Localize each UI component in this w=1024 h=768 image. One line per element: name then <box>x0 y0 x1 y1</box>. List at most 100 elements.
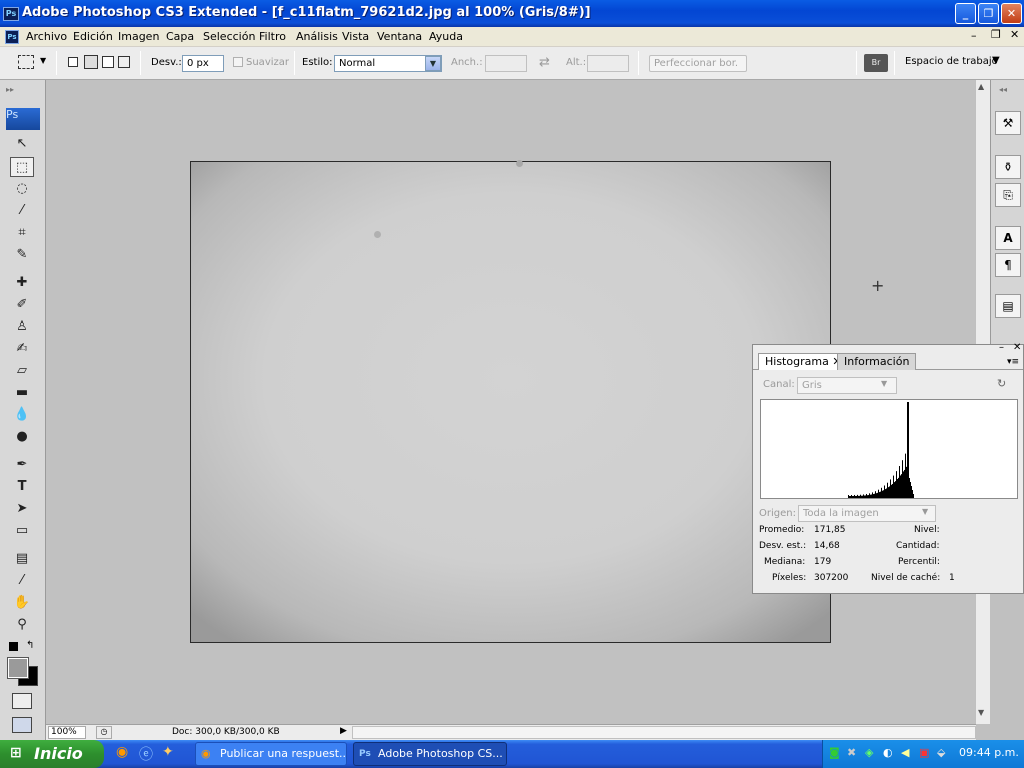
menu-capa[interactable]: Capa <box>166 30 194 43</box>
brush-tool-icon[interactable]: ✐ <box>10 295 34 315</box>
slice-tool-icon[interactable]: ✎ <box>10 245 34 265</box>
history-brush-tool-icon[interactable]: ✍ <box>10 339 34 359</box>
pen-tool-icon[interactable]: ✒ <box>10 455 34 475</box>
foreground-color-swatch[interactable] <box>7 657 29 679</box>
menu-filtro[interactable]: Filtro <box>259 30 286 43</box>
zoom-field[interactable]: 100% <box>48 726 86 739</box>
tray-icon-sync[interactable]: ◐ <box>883 746 893 759</box>
tray-icon-volume[interactable]: ◀ <box>901 746 909 759</box>
add-selection-icon[interactable] <box>84 55 98 69</box>
menu-ventana[interactable]: Ventana <box>377 30 422 43</box>
notes-tool-icon[interactable]: ▤ <box>10 549 34 569</box>
new-selection-icon[interactable] <box>68 57 78 67</box>
brushes-icon[interactable]: ⚱ <box>995 155 1021 179</box>
hand-tool-icon[interactable]: ✋ <box>10 593 34 613</box>
dock-expand-icon[interactable]: ◂◂ <box>999 85 1007 94</box>
menu-seleccion[interactable]: Selección <box>203 30 255 43</box>
source-select[interactable]: Toda la imagen <box>798 505 936 522</box>
workspace-menu[interactable]: Espacio de trabajo <box>905 56 998 67</box>
height-input[interactable] <box>587 55 629 72</box>
lasso-tool-icon[interactable]: ◌ <box>10 179 34 199</box>
gradient-tool-icon[interactable]: ▬ <box>10 383 34 403</box>
preset-dropdown-arrow-icon[interactable]: ▼ <box>40 56 46 65</box>
refine-edge-button[interactable]: Perfeccionar bor. <box>649 55 747 72</box>
crop-tool-icon[interactable]: ⌗ <box>10 223 34 243</box>
quicklaunch-icon[interactable]: ✦ <box>162 744 174 760</box>
workspace-dropdown-arrow-icon[interactable]: ▼ <box>992 55 1000 66</box>
dodge-tool-icon[interactable]: ● <box>10 427 34 447</box>
paragraph-icon[interactable]: ¶ <box>995 253 1021 277</box>
screen-mode-icon[interactable] <box>12 717 32 733</box>
type-tool-icon[interactable]: T <box>10 477 34 497</box>
character-icon[interactable]: A <box>995 226 1021 250</box>
intersect-selection-icon[interactable] <box>118 56 130 68</box>
blur-tool-icon[interactable]: 💧 <box>10 405 34 425</box>
marquee-tool-icon[interactable]: ⬚ <box>10 157 34 177</box>
quick-mask-icon[interactable] <box>12 693 32 709</box>
magic-wand-tool-icon[interactable]: ⁄ <box>10 201 34 221</box>
healing-brush-tool-icon[interactable]: ✚ <box>10 273 34 293</box>
swap-dimensions-icon[interactable]: ⇄ <box>539 55 550 70</box>
ps-logo[interactable]: Ps <box>6 108 40 130</box>
close-button[interactable]: ✕ <box>1001 3 1022 24</box>
panel-menu-icon[interactable]: ▾≡ <box>1007 357 1019 367</box>
swap-colors-icon[interactable]: ↰ <box>26 640 34 651</box>
taskbar-item-photoshop[interactable]: Ps Adobe Photoshop CS... <box>353 742 507 766</box>
document-icon[interactable]: Ps <box>5 30 19 44</box>
eyedropper-tool-icon[interactable]: ⁄ <box>10 571 34 591</box>
tray-icon-alert[interactable]: ▣ <box>919 746 929 759</box>
rect-marquee-preset-icon[interactable] <box>18 55 34 69</box>
menu-edicion[interactable]: Edición <box>73 30 113 43</box>
tray-icon-security[interactable]: ✖ <box>847 746 856 759</box>
photoshop-app-icon[interactable]: Ps <box>3 7 19 21</box>
menu-ayuda[interactable]: Ayuda <box>429 30 463 43</box>
default-colors-icon[interactable] <box>9 642 18 651</box>
panel-minimize-button[interactable]: – <box>999 342 1004 353</box>
maximize-button[interactable]: ❐ <box>978 3 999 24</box>
clone-source-icon[interactable]: ⎘ <box>995 183 1021 207</box>
status-info-icon[interactable]: ◷ <box>96 726 112 739</box>
style-dropdown-arrow-icon[interactable]: ▼ <box>425 56 441 71</box>
channel-dropdown-arrow-icon[interactable]: ▼ <box>881 379 887 388</box>
doc-restore-button[interactable]: ❐ <box>991 28 1001 41</box>
tray-icon-network[interactable]: ◙ <box>829 746 840 759</box>
scroll-up-arrow-icon[interactable]: ▲ <box>978 82 984 91</box>
tray-icon-app[interactable]: ◈ <box>865 746 873 759</box>
minimize-button[interactable]: _ <box>955 3 976 24</box>
scroll-down-arrow-icon[interactable]: ▼ <box>978 708 984 717</box>
antialias-checkbox[interactable] <box>233 57 243 67</box>
doc-close-button[interactable]: ✕ <box>1010 28 1019 41</box>
menu-imagen[interactable]: Imagen <box>118 30 159 43</box>
tab-informacion[interactable]: Información <box>837 353 917 370</box>
width-input[interactable] <box>485 55 527 72</box>
tray-icon-misc[interactable]: ⬙ <box>937 746 945 759</box>
feather-input[interactable]: 0 px <box>182 55 224 72</box>
tab-histograma[interactable]: Histograma ✕ <box>758 353 849 370</box>
menu-analisis[interactable]: Análisis <box>296 30 338 43</box>
horizontal-scrollbar[interactable] <box>352 726 976 739</box>
clock[interactable]: 09:44 p.m. <box>959 746 1019 759</box>
firefox-quicklaunch-icon[interactable]: ◉ <box>116 744 128 760</box>
zoom-tool-icon[interactable]: ⚲ <box>10 615 34 635</box>
bridge-icon[interactable]: Br <box>864 54 888 72</box>
taskbar-item-firefox[interactable]: ◉ Publicar una respuest... <box>195 742 347 766</box>
move-tool-icon[interactable]: ↖ <box>10 134 34 154</box>
panel-close-button[interactable]: ✕ <box>1013 342 1021 353</box>
clone-stamp-tool-icon[interactable]: ♙ <box>10 317 34 337</box>
menu-vista[interactable]: Vista <box>342 30 369 43</box>
status-menu-arrow-icon[interactable]: ▶ <box>340 726 347 736</box>
refresh-icon[interactable]: ↻ <box>997 377 1006 390</box>
toolbox-collapse-icon[interactable]: ▸▸ <box>6 85 14 94</box>
layer-comps-icon[interactable]: ▤ <box>995 294 1021 318</box>
tool-presets-icon[interactable]: ⚒ <box>995 111 1021 135</box>
eraser-tool-icon[interactable]: ▱ <box>10 361 34 381</box>
path-selection-tool-icon[interactable]: ➤ <box>10 499 34 519</box>
menu-archivo[interactable]: Archivo <box>26 30 67 43</box>
doc-minimize-button[interactable]: – <box>971 29 977 42</box>
source-dropdown-arrow-icon[interactable]: ▼ <box>922 507 928 516</box>
document-image[interactable] <box>190 160 831 643</box>
ie-quicklaunch-icon[interactable]: ⓔ <box>139 744 153 764</box>
shape-tool-icon[interactable]: ▭ <box>10 521 34 541</box>
subtract-selection-icon[interactable] <box>102 56 114 68</box>
start-button[interactable]: ⊞ Inicio <box>0 740 104 768</box>
